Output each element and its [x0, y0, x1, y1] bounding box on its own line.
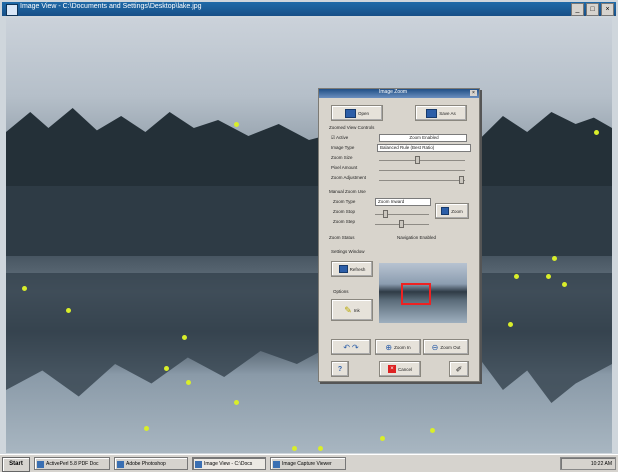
- zoom-button-label: Zoom: [451, 208, 463, 214]
- zoom-stop-label: Zoom Stop: [333, 209, 356, 214]
- open-label: Open: [357, 110, 369, 116]
- zoom-in-button[interactable]: ⊕ Zoom In: [375, 339, 421, 355]
- image-type-select[interactable]: Balanced Rule (Best Ratio): [377, 144, 471, 152]
- zoom-type-label: Zoom Type: [333, 199, 356, 204]
- firefly: [514, 274, 519, 279]
- zoom-size-label: Zoom Size: [331, 155, 353, 160]
- maximize-button[interactable]: □: [586, 3, 599, 16]
- rotate-left-icon: ↶: [343, 342, 350, 352]
- taskbar-item[interactable]: ActivePerl 5.8 PDF Doc: [34, 457, 110, 470]
- system-tray-clock: 10:22 AM: [560, 457, 616, 470]
- dialog-titlebar[interactable]: Image Zoom ×: [319, 89, 479, 98]
- pixel-amount-label: Pixel Amount: [331, 165, 358, 170]
- zoom-preview-thumbnail[interactable]: [379, 263, 467, 323]
- pixel-amount-slider[interactable]: [379, 170, 465, 171]
- rotate-right-icon: ↷: [352, 342, 359, 352]
- firefly: [182, 335, 187, 340]
- save-as-button[interactable]: Save As: [415, 105, 467, 121]
- close-button[interactable]: ×: [601, 3, 614, 16]
- zoom-adjustment-thumb[interactable]: [459, 176, 464, 184]
- firefly: [186, 380, 191, 385]
- refresh-button[interactable]: Refresh: [331, 261, 373, 277]
- water-reflection: [6, 273, 612, 403]
- refresh-icon: [338, 265, 348, 273]
- image-type-label: Image Type: [331, 145, 355, 150]
- firefly: [508, 322, 513, 327]
- firefly: [66, 308, 71, 313]
- firefly: [552, 256, 557, 261]
- dialog-title: Image Zoom: [379, 89, 408, 95]
- zoom-out-button[interactable]: ⊖ Zoom Out: [423, 339, 469, 355]
- zoom-step-thumb[interactable]: [399, 220, 404, 228]
- app-icon: [6, 4, 18, 16]
- firefly: [562, 282, 567, 287]
- firefly: [546, 274, 551, 279]
- rotate-button[interactable]: ↶ ↷: [331, 339, 371, 355]
- camera-icon: [344, 108, 356, 118]
- window-title: Image View - C:\Documents and Settings\D…: [20, 3, 202, 10]
- image-zoom-dialog: Image Zoom × Open Save As Zoomed View Co…: [318, 88, 480, 382]
- section-settings-window: Settings Window: [331, 249, 365, 254]
- window-controls: _ □ ×: [571, 3, 614, 16]
- section-manual-zoom: Manual Zoom Use: [329, 189, 366, 194]
- firefly: [318, 446, 323, 451]
- refresh-label: Refresh: [349, 266, 366, 272]
- taskbar-item[interactable]: Adobe Photoshop: [114, 457, 188, 470]
- zoom-size-thumb[interactable]: [415, 156, 420, 164]
- cancel-button[interactable]: × Cancel: [379, 361, 421, 377]
- firefly: [594, 130, 599, 135]
- zoom-status-label: Zoom Status: [329, 235, 355, 240]
- section-zoom-controls: Zoomed View Controls: [329, 125, 375, 130]
- zoom-size-slider[interactable]: [379, 160, 465, 161]
- zoom-in-label: Zoom In: [394, 344, 411, 350]
- zoom-selection-rectangle[interactable]: [401, 283, 431, 305]
- zoom-stop-thumb[interactable]: [383, 210, 388, 218]
- dialog-close-button[interactable]: ×: [470, 90, 477, 96]
- zoom-out-label: Zoom Out: [440, 344, 461, 350]
- minimize-button[interactable]: _: [571, 3, 584, 16]
- save-icon: [426, 108, 438, 118]
- zoom-button[interactable]: Zoom: [435, 203, 469, 219]
- magnifier-icon: [441, 207, 450, 215]
- zoom-status-value: Navigation Enabled: [397, 235, 437, 240]
- start-button[interactable]: Start: [2, 457, 30, 472]
- enable-checkbox-label[interactable]: ☑ Active: [331, 135, 348, 141]
- firefly: [22, 286, 27, 291]
- zoom-adjustment-label: Zoom Adjustment: [331, 175, 367, 180]
- zoom-adjustment-slider[interactable]: [379, 180, 465, 181]
- firefly: [292, 446, 297, 451]
- zoom-type-select[interactable]: Zoom Inward: [375, 198, 431, 206]
- help-button[interactable]: ?: [331, 361, 349, 377]
- cancel-label: Cancel: [397, 366, 412, 372]
- pencil-icon: ✎: [344, 304, 352, 315]
- firefly: [234, 122, 239, 127]
- taskbar-item[interactable]: Image Capture Viewer: [270, 457, 346, 470]
- ink-label: Ink: [353, 307, 360, 313]
- section-options: Options: [333, 289, 349, 294]
- ink-button[interactable]: ✎ Ink: [331, 299, 373, 321]
- lake-photo: [6, 18, 612, 453]
- enable-status-field: Zoom Enabled: [379, 134, 467, 142]
- zoom-in-icon: ⊕: [385, 342, 393, 352]
- firefly: [234, 400, 239, 405]
- app-window-titlebar[interactable]: Image View - C:\Documents and Settings\D…: [2, 2, 616, 16]
- shoreline: [6, 186, 612, 256]
- zoom-step-label: Zoom Step: [333, 219, 356, 224]
- firefly: [430, 428, 435, 433]
- zoom-out-icon: ⊖: [431, 342, 439, 352]
- taskbar-item-active[interactable]: Image View - C:\Docs: [192, 457, 266, 470]
- firefly: [164, 366, 169, 371]
- firefly: [144, 426, 149, 431]
- taskbar: Start ActivePerl 5.8 PDF Doc Adobe Photo…: [0, 454, 618, 472]
- save-as-label: Save As: [439, 110, 456, 116]
- desktop: Image View - C:\Documents and Settings\D…: [0, 0, 618, 472]
- treeline: [6, 108, 612, 188]
- open-button[interactable]: Open: [331, 105, 383, 121]
- wand-icon: ✐: [455, 364, 463, 374]
- settings-button[interactable]: ✐: [449, 361, 469, 377]
- cancel-x-icon: ×: [387, 365, 396, 373]
- firefly: [380, 436, 385, 441]
